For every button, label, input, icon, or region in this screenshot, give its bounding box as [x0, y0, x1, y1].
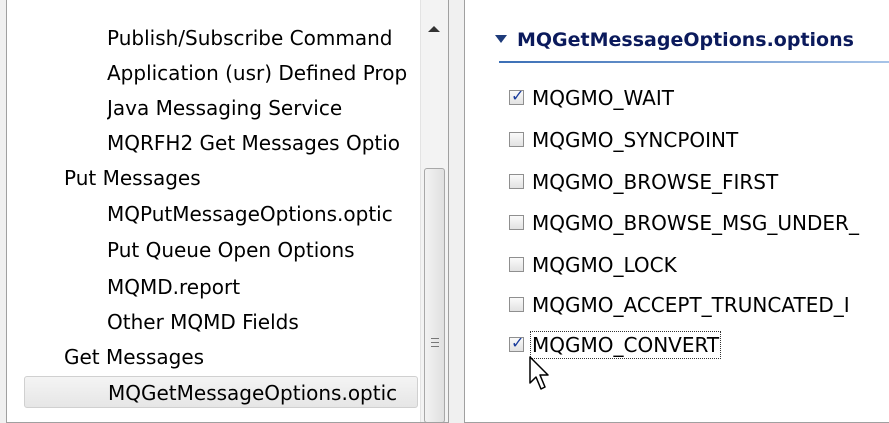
tree-item-label: MQRFH2 Get Messages Optio — [107, 131, 401, 155]
section-divider — [499, 61, 889, 63]
tree-item-mqgetmessageoptions-selected[interactable]: MQGetMessageOptions.optic — [24, 376, 418, 408]
tree-item-get-messages[interactable]: Get Messages — [64, 341, 418, 373]
option-mqgmo-wait[interactable]: MQGMO_WAIT — [509, 83, 674, 113]
tree-item-label: Get Messages — [64, 345, 205, 369]
tree-item-label: Java Messaging Service — [107, 96, 343, 120]
tree-item-put-messages[interactable]: Put Messages — [64, 162, 418, 194]
grip-line — [431, 342, 439, 343]
option-label: MQGMO_BROWSE_MSG_UNDER_ — [532, 211, 859, 235]
option-mqgmo-lock[interactable]: MQGMO_LOCK — [509, 250, 677, 280]
option-mqgmo-browse-msg-under-cursor[interactable]: MQGMO_BROWSE_MSG_UNDER_ — [509, 208, 859, 238]
tree-item-publish-subscribe-command[interactable]: Publish/Subscribe Command — [107, 22, 418, 54]
tree-item-label: Put Queue Open Options — [107, 238, 355, 262]
checkbox[interactable] — [509, 174, 524, 189]
scrollbar-thumb[interactable] — [424, 168, 445, 422]
triangle-down-icon[interactable] — [495, 34, 507, 43]
option-mqgmo-browse-first[interactable]: MQGMO_BROWSE_FIRST — [509, 167, 778, 197]
tree-item-label: Other MQMD Fields — [107, 310, 299, 334]
checkbox[interactable] — [509, 257, 524, 272]
checkbox[interactable] — [509, 215, 524, 230]
option-label: MQGMO_CONVERT — [529, 331, 722, 359]
tree-item-label: MQMD.report — [107, 275, 241, 299]
option-label: MQGMO_ACCEPT_TRUNCATED_I — [532, 293, 850, 317]
checkbox[interactable] — [509, 84, 524, 108]
tree-item-other-mqmd-fields[interactable]: Other MQMD Fields — [107, 306, 418, 338]
tree-item-label: MQPutMessageOptions.optic — [107, 202, 393, 226]
tree-item-label: Put Messages — [64, 166, 201, 190]
section-header[interactable]: MQGetMessageOptions.options — [495, 29, 854, 59]
tree-item-mqrfh2-get-messages-options[interactable]: MQRFH2 Get Messages Optio — [107, 127, 418, 159]
option-label: MQGMO_BROWSE_FIRST — [532, 170, 779, 194]
tree-item-put-queue-open-options[interactable]: Put Queue Open Options — [107, 234, 418, 266]
checkbox[interactable] — [509, 132, 524, 147]
tree-item-label: MQGetMessageOptions.optic — [108, 381, 398, 405]
tree-item-mqputmessageoptions[interactable]: MQPutMessageOptions.optic — [107, 198, 418, 230]
checkbox[interactable] — [509, 331, 524, 355]
section-title: MQGetMessageOptions.options — [517, 29, 854, 51]
chevron-up-icon[interactable] — [428, 26, 440, 32]
navigation-tree-panel: Publish/Subscribe Command Application (u… — [6, 0, 449, 423]
option-label: MQGMO_LOCK — [532, 253, 677, 277]
option-label: MQGMO_WAIT — [532, 86, 674, 110]
tree-item-application-defined-properties[interactable]: Application (usr) Defined Prop — [107, 57, 418, 89]
checkbox[interactable] — [509, 297, 524, 312]
tree-item-mqmd-report[interactable]: MQMD.report — [107, 271, 418, 303]
tree-item-label: Publish/Subscribe Command — [107, 26, 393, 50]
tree-item-label: Application (usr) Defined Prop — [107, 61, 408, 85]
mouse-pointer-icon — [529, 356, 549, 390]
options-panel: MQGetMessageOptions.options MQGMO_WAIT M… — [464, 0, 889, 423]
option-mqgmo-accept-truncated-msg[interactable]: MQGMO_ACCEPT_TRUNCATED_I — [509, 290, 850, 320]
grip-line — [431, 346, 439, 347]
grip-line — [431, 338, 439, 339]
tree-item-java-messaging-service[interactable]: Java Messaging Service — [107, 92, 418, 124]
option-mqgmo-syncpoint[interactable]: MQGMO_SYNCPOINT — [509, 125, 738, 155]
option-label: MQGMO_SYNCPOINT — [532, 128, 739, 152]
vertical-scrollbar[interactable] — [420, 0, 448, 422]
